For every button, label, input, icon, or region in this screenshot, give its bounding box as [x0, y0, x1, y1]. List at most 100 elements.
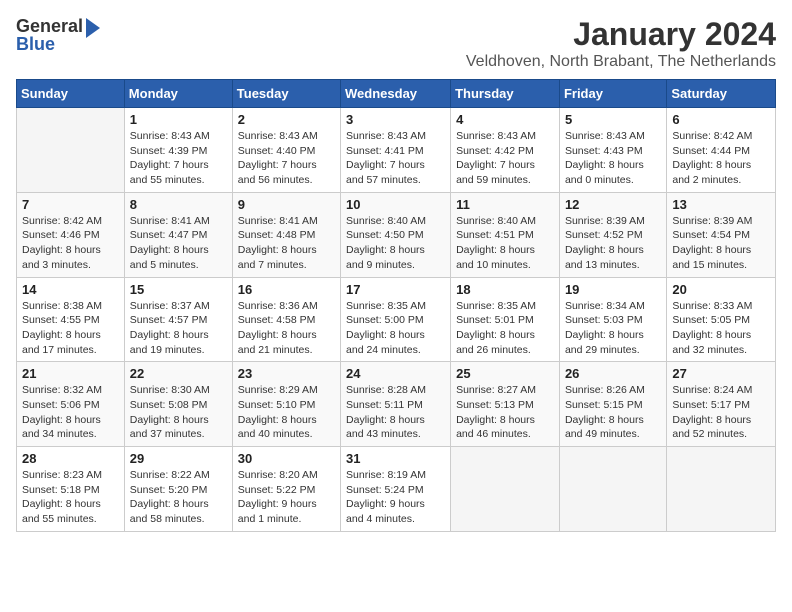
calendar-cell: 26Sunrise: 8:26 AMSunset: 5:15 PMDayligh… [559, 362, 666, 447]
day-info: Sunrise: 8:35 AMSunset: 5:01 PMDaylight:… [456, 299, 554, 358]
day-info: Sunrise: 8:40 AMSunset: 4:50 PMDaylight:… [346, 214, 445, 273]
calendar-cell [17, 108, 125, 193]
day-number: 4 [456, 112, 554, 127]
weekday-header-row: SundayMondayTuesdayWednesdayThursdayFrid… [17, 80, 776, 108]
calendar-cell [559, 447, 666, 532]
calendar-cell: 5 Sunrise: 8:43 AMSunset: 4:43 PMDaylight… [559, 108, 666, 193]
day-number: 18 [456, 282, 554, 297]
calendar-cell: 31Sunrise: 8:19 AMSunset: 5:24 PMDayligh… [341, 447, 451, 532]
calendar-cell: 14 Sunrise: 8:38 AMSunset: 4:55 PMDayligh… [17, 277, 125, 362]
weekday-header-tuesday: Tuesday [232, 80, 340, 108]
calendar-cell: 9 Sunrise: 8:41 AMSunset: 4:48 PMDaylight… [232, 192, 340, 277]
calendar-cell: 4 Sunrise: 8:43 AMSunset: 4:42 PMDaylight… [451, 108, 560, 193]
day-number: 2 [238, 112, 335, 127]
day-info: Sunrise: 8:39 AMSunset: 4:54 PMDaylight:… [672, 214, 770, 273]
logo: General Blue [16, 16, 100, 55]
day-info: Sunrise: 8:43 AMSunset: 4:42 PMDaylight:… [456, 129, 554, 188]
day-number: 12 [565, 197, 661, 212]
calendar-cell: 20Sunrise: 8:33 AMSunset: 5:05 PMDayligh… [667, 277, 776, 362]
day-info: Sunrise: 8:38 AMSunset: 4:55 PMDaylight:… [22, 299, 119, 358]
day-number: 23 [238, 366, 335, 381]
day-info: Sunrise: 8:40 AMSunset: 4:51 PMDaylight:… [456, 214, 554, 273]
day-info: Sunrise: 8:19 AMSunset: 5:24 PMDaylight:… [346, 468, 445, 527]
day-number: 26 [565, 366, 661, 381]
calendar-cell: 2 Sunrise: 8:43 AMSunset: 4:40 PMDaylight… [232, 108, 340, 193]
weekday-header-saturday: Saturday [667, 80, 776, 108]
day-info: Sunrise: 8:36 AMSunset: 4:58 PMDaylight:… [238, 299, 335, 358]
calendar-cell: 3 Sunrise: 8:43 AMSunset: 4:41 PMDaylight… [341, 108, 451, 193]
calendar-cell: 8 Sunrise: 8:41 AMSunset: 4:47 PMDaylight… [124, 192, 232, 277]
day-number: 17 [346, 282, 445, 297]
calendar-cell: 19 Sunrise: 8:34 AMSunset: 5:03 PMDayligh… [559, 277, 666, 362]
day-number: 10 [346, 197, 445, 212]
calendar-cell: 21 Sunrise: 8:32 AMSunset: 5:06 PMDayligh… [17, 362, 125, 447]
day-info: Sunrise: 8:43 AMSunset: 4:39 PMDaylight:… [130, 129, 227, 188]
day-info: Sunrise: 8:43 AMSunset: 4:43 PMDaylight:… [565, 129, 661, 188]
day-info: Sunrise: 8:42 AMSunset: 4:46 PMDaylight:… [22, 214, 119, 273]
calendar-cell: 23 Sunrise: 8:29 AMSunset: 5:10 PMDayligh… [232, 362, 340, 447]
day-info: Sunrise: 8:42 AMSunset: 4:44 PMDaylight:… [672, 129, 770, 188]
day-number: 14 [22, 282, 119, 297]
day-number: 11 [456, 197, 554, 212]
day-info: Sunrise: 8:27 AMSunset: 5:13 PMDaylight:… [456, 383, 554, 442]
weekday-header-sunday: Sunday [17, 80, 125, 108]
day-number: 30 [238, 451, 335, 466]
calendar-cell: 12 Sunrise: 8:39 AMSunset: 4:52 PMDayligh… [559, 192, 666, 277]
day-number: 3 [346, 112, 445, 127]
day-number: 5 [565, 112, 661, 127]
day-number: 9 [238, 197, 335, 212]
day-number: 1 [130, 112, 227, 127]
calendar-cell: 17 Sunrise: 8:35 AMSunset: 5:00 PMDayligh… [341, 277, 451, 362]
day-info: Sunrise: 8:34 AMSunset: 5:03 PMDaylight:… [565, 299, 661, 358]
calendar-cell: 15Sunrise: 8:37 AMSunset: 4:57 PMDayligh… [124, 277, 232, 362]
week-row-3: 14 Sunrise: 8:38 AMSunset: 4:55 PMDayligh… [17, 277, 776, 362]
week-row-5: 28Sunrise: 8:23 AMSunset: 5:18 PMDayligh… [17, 447, 776, 532]
day-info: Sunrise: 8:30 AMSunset: 5:08 PMDaylight:… [130, 383, 227, 442]
weekday-header-friday: Friday [559, 80, 666, 108]
calendar-cell: 25 Sunrise: 8:27 AMSunset: 5:13 PMDayligh… [451, 362, 560, 447]
day-info: Sunrise: 8:33 AMSunset: 5:05 PMDaylight:… [672, 299, 770, 358]
month-title: January 2024 [466, 16, 776, 53]
day-info: Sunrise: 8:43 AMSunset: 4:40 PMDaylight:… [238, 129, 335, 188]
calendar-cell: 11 Sunrise: 8:40 AMSunset: 4:51 PMDayligh… [451, 192, 560, 277]
calendar-cell: 13Sunrise: 8:39 AMSunset: 4:54 PMDayligh… [667, 192, 776, 277]
calendar-cell [451, 447, 560, 532]
day-number: 27 [672, 366, 770, 381]
logo-icon [86, 18, 100, 38]
day-info: Sunrise: 8:29 AMSunset: 5:10 PMDaylight:… [238, 383, 335, 442]
calendar-cell: 18 Sunrise: 8:35 AMSunset: 5:01 PMDayligh… [451, 277, 560, 362]
day-info: Sunrise: 8:43 AMSunset: 4:41 PMDaylight:… [346, 129, 445, 188]
calendar-cell: 16Sunrise: 8:36 AMSunset: 4:58 PMDayligh… [232, 277, 340, 362]
calendar-cell: 6 Sunrise: 8:42 AMSunset: 4:44 PMDaylight… [667, 108, 776, 193]
day-info: Sunrise: 8:35 AMSunset: 5:00 PMDaylight:… [346, 299, 445, 358]
location-title: Veldhoven, North Brabant, The Netherland… [466, 53, 776, 71]
day-number: 21 [22, 366, 119, 381]
day-number: 15 [130, 282, 227, 297]
day-number: 25 [456, 366, 554, 381]
calendar-cell [667, 447, 776, 532]
day-info: Sunrise: 8:22 AMSunset: 5:20 PMDaylight:… [130, 468, 227, 527]
week-row-2: 7 Sunrise: 8:42 AMSunset: 4:46 PMDaylight… [17, 192, 776, 277]
day-number: 8 [130, 197, 227, 212]
day-info: Sunrise: 8:32 AMSunset: 5:06 PMDaylight:… [22, 383, 119, 442]
calendar-cell: 24Sunrise: 8:28 AMSunset: 5:11 PMDayligh… [341, 362, 451, 447]
day-info: Sunrise: 8:41 AMSunset: 4:48 PMDaylight:… [238, 214, 335, 273]
day-info: Sunrise: 8:24 AMSunset: 5:17 PMDaylight:… [672, 383, 770, 442]
weekday-header-thursday: Thursday [451, 80, 560, 108]
page-header: General Blue January 2024 Veldhoven, Nor… [16, 16, 776, 71]
calendar-cell: 7 Sunrise: 8:42 AMSunset: 4:46 PMDaylight… [17, 192, 125, 277]
day-number: 6 [672, 112, 770, 127]
week-row-4: 21 Sunrise: 8:32 AMSunset: 5:06 PMDayligh… [17, 362, 776, 447]
calendar-cell: 10 Sunrise: 8:40 AMSunset: 4:50 PMDayligh… [341, 192, 451, 277]
week-row-1: 1 Sunrise: 8:43 AMSunset: 4:39 PMDaylight… [17, 108, 776, 193]
day-number: 19 [565, 282, 661, 297]
calendar-cell: 1 Sunrise: 8:43 AMSunset: 4:39 PMDaylight… [124, 108, 232, 193]
calendar-cell: 29 Sunrise: 8:22 AMSunset: 5:20 PMDayligh… [124, 447, 232, 532]
title-area: January 2024 Veldhoven, North Brabant, T… [466, 16, 776, 71]
day-number: 29 [130, 451, 227, 466]
day-number: 7 [22, 197, 119, 212]
day-info: Sunrise: 8:39 AMSunset: 4:52 PMDaylight:… [565, 214, 661, 273]
day-info: Sunrise: 8:41 AMSunset: 4:47 PMDaylight:… [130, 214, 227, 273]
day-info: Sunrise: 8:28 AMSunset: 5:11 PMDaylight:… [346, 383, 445, 442]
calendar-table: SundayMondayTuesdayWednesdayThursdayFrid… [16, 79, 776, 532]
